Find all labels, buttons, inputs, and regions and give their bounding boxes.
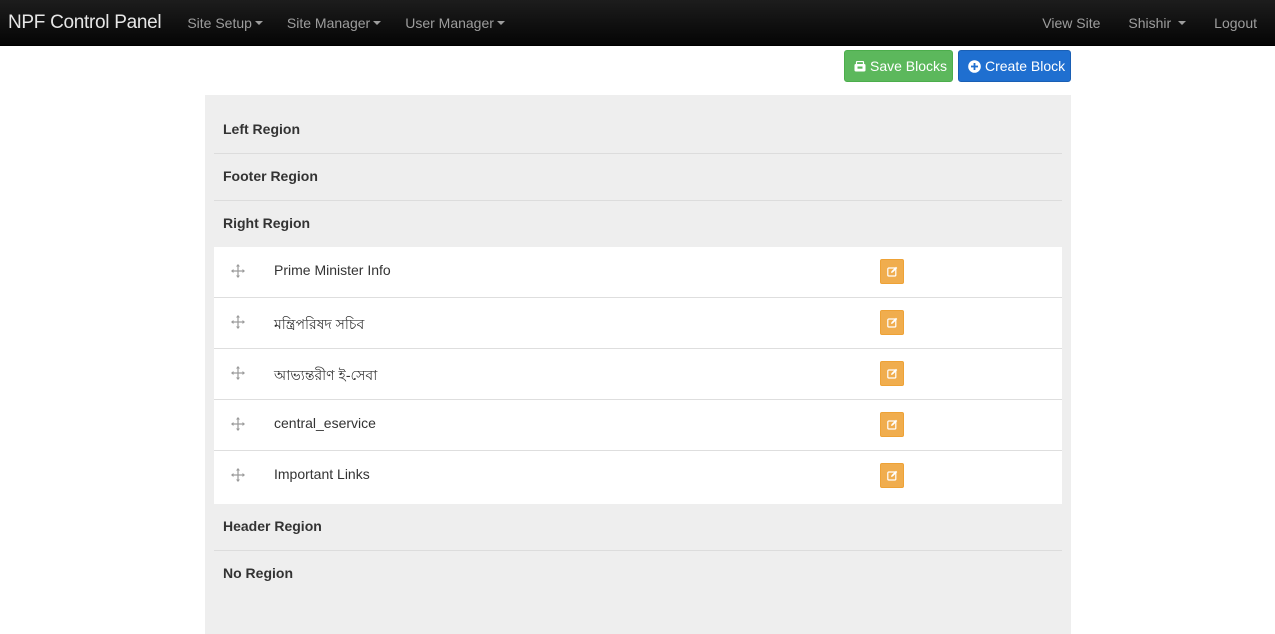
caret-down-icon: [496, 20, 505, 25]
create-block-label: Create Block: [985, 58, 1066, 74]
block-row[interactable]: আভ্যন্তরীণ ই-সেবা: [214, 349, 1062, 400]
edit-icon: [886, 419, 897, 430]
save-blocks-button[interactable]: Save Blocks: [844, 50, 953, 82]
block-name: মন্ত্রিপরিষদ সচিব: [274, 316, 365, 332]
region-header-title: Header Region: [223, 518, 322, 534]
logout-link[interactable]: Logout: [1214, 15, 1257, 31]
move-icon[interactable]: [231, 315, 245, 329]
block-name: Important Links: [274, 466, 370, 482]
region-footer: Footer Region: [214, 154, 1062, 201]
menu-site-manager[interactable]: Site Manager: [286, 14, 382, 31]
edit-icon: [886, 317, 897, 328]
caret-down-icon: [254, 20, 263, 25]
menu-site-manager-label: Site Manager: [286, 14, 371, 31]
save-blocks-label: Save Blocks: [870, 58, 948, 74]
block-row[interactable]: central_eservice: [214, 400, 1062, 451]
move-icon[interactable]: [231, 264, 245, 278]
region-none-title: No Region: [223, 565, 293, 581]
menu-user-manager[interactable]: User Manager: [405, 15, 505, 31]
block-name: Prime Minister Info: [274, 262, 391, 278]
region-right-title: Right Region: [223, 215, 311, 231]
edit-block-button[interactable]: [880, 259, 904, 284]
region-none: No Region: [214, 551, 1062, 598]
menu-site-setup[interactable]: Site Setup: [187, 15, 263, 31]
create-block-button[interactable]: Create Block: [958, 50, 1071, 82]
move-icon[interactable]: [231, 417, 245, 431]
user-dropdown[interactable]: Shishir: [1128, 14, 1187, 31]
main-menu: Site Setup Site Manager User Manager: [187, 15, 529, 31]
move-icon[interactable]: [231, 366, 245, 380]
user-menu: View Site Shishir Logout: [1042, 15, 1275, 31]
edit-icon: [886, 266, 897, 277]
region-right: Right Region: [214, 201, 1062, 248]
edit-block-button[interactable]: [880, 310, 904, 335]
menu-user-manager-label: User Manager: [405, 14, 494, 31]
edit-icon: [886, 470, 897, 481]
block-row[interactable]: মন্ত্রিপরিষদ সচিব: [214, 298, 1062, 349]
view-site-link[interactable]: View Site: [1042, 15, 1100, 31]
regions-panel: Left Region Footer Region Right Region P…: [205, 95, 1071, 634]
caret-down-icon: [1178, 20, 1187, 25]
save-icon: [854, 60, 866, 72]
block-row[interactable]: Prime Minister Info: [214, 247, 1062, 298]
edit-block-button[interactable]: [880, 412, 904, 437]
menu-site-setup-label: Site Setup: [187, 14, 252, 31]
region-left-title: Left Region: [223, 121, 300, 137]
plus-circle-icon: [968, 59, 981, 73]
block-name: আভ্যন্তরীণ ই-সেবা: [274, 367, 378, 383]
block-row[interactable]: Important Links: [214, 451, 1062, 502]
region-footer-title: Footer Region: [223, 168, 318, 184]
move-icon[interactable]: [231, 468, 245, 482]
region-left: Left Region: [214, 107, 1062, 154]
top-navbar: NPF Control Panel Site Setup Site Manage…: [0, 0, 1275, 46]
edit-icon: [886, 368, 897, 379]
edit-block-button[interactable]: [880, 361, 904, 386]
user-name: Shishir: [1128, 14, 1172, 31]
block-name: central_eservice: [274, 415, 376, 431]
caret-down-icon: [373, 20, 382, 25]
brand-title[interactable]: NPF Control Panel: [0, 12, 162, 34]
right-region-block-list: Prime Minister Info মন্ত্রিপরিষদ সচিব আভ…: [214, 247, 1062, 504]
region-header: Header Region: [214, 504, 1062, 551]
edit-block-button[interactable]: [880, 463, 904, 488]
